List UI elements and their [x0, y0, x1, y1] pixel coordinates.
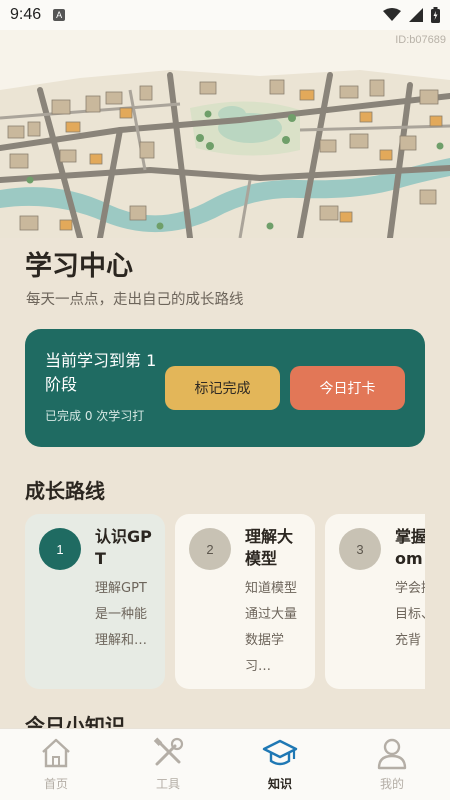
tab-profile[interactable]: 我的: [336, 729, 448, 800]
city-map-image: [0, 30, 450, 238]
step-number-badge: 2: [189, 528, 231, 570]
signal-icon: [409, 8, 423, 22]
progress-subtext: 已完成 0 次学习打: [45, 409, 145, 423]
status-bar: 9:46 A: [0, 0, 450, 30]
route-step-card[interactable]: 3 掌握Prom 学会描述目标、补充背: [325, 514, 425, 689]
page-title: 学习中心: [25, 251, 133, 282]
page-subtitle: 每天一点点，走出自己的成长路线: [26, 292, 244, 308]
mark-complete-button[interactable]: 标记完成: [165, 366, 280, 410]
route-step-card[interactable]: 2 理解大模型 知道模型通过大量数据学习…: [175, 514, 315, 689]
battery-icon: [431, 7, 440, 23]
step-description: 理解GPT是一种能理解和…: [95, 581, 148, 648]
tab-tools[interactable]: 工具: [112, 729, 224, 800]
step-title: 理解大模型: [245, 527, 294, 568]
user-icon: [377, 738, 407, 770]
route-step-list[interactable]: 1 认识GPT 理解GPT是一种能理解和… 2 理解大模型 知道模型通过大量数据…: [25, 514, 425, 689]
tab-profile-label: 我的: [379, 777, 404, 791]
home-icon: [42, 738, 70, 768]
tab-home-label: 首页: [43, 777, 68, 791]
tools-icon: [153, 737, 184, 766]
bottom-tab-bar: 首页 工具 知识 我的: [0, 728, 450, 800]
progress-card: 当前学习到第 1 阶段 已完成 0 次学习打 标记完成 今日打卡: [25, 329, 425, 447]
tab-knowledge-label: 知识: [267, 777, 292, 791]
tab-home[interactable]: 首页: [0, 729, 112, 800]
graduation-cap-icon: [262, 739, 298, 766]
step-description: 知道模型通过大量数据学习…: [245, 581, 298, 674]
route-section-title: 成长路线: [25, 479, 105, 503]
route-step-card[interactable]: 1 认识GPT 理解GPT是一种能理解和…: [25, 514, 165, 689]
step-number-badge: 1: [39, 528, 81, 570]
tab-tools-label: 工具: [155, 777, 180, 791]
daily-checkin-button[interactable]: 今日打卡: [290, 366, 405, 410]
progress-title: 当前学习到第 1 阶段: [45, 351, 157, 394]
hero-id-label: ID:b07689: [395, 34, 446, 46]
status-time: 9:46: [10, 6, 42, 23]
notification-icon: A: [53, 9, 66, 21]
step-number-badge: 3: [339, 528, 381, 570]
hero-map-illustration: ID:b07689: [0, 30, 450, 238]
wifi-icon: [383, 8, 401, 21]
step-title: 掌握Prom: [395, 527, 425, 568]
tab-knowledge[interactable]: 知识: [224, 729, 336, 800]
step-description: 学会描述目标、补充背: [395, 581, 425, 648]
step-title: 认识GPT: [95, 527, 152, 568]
